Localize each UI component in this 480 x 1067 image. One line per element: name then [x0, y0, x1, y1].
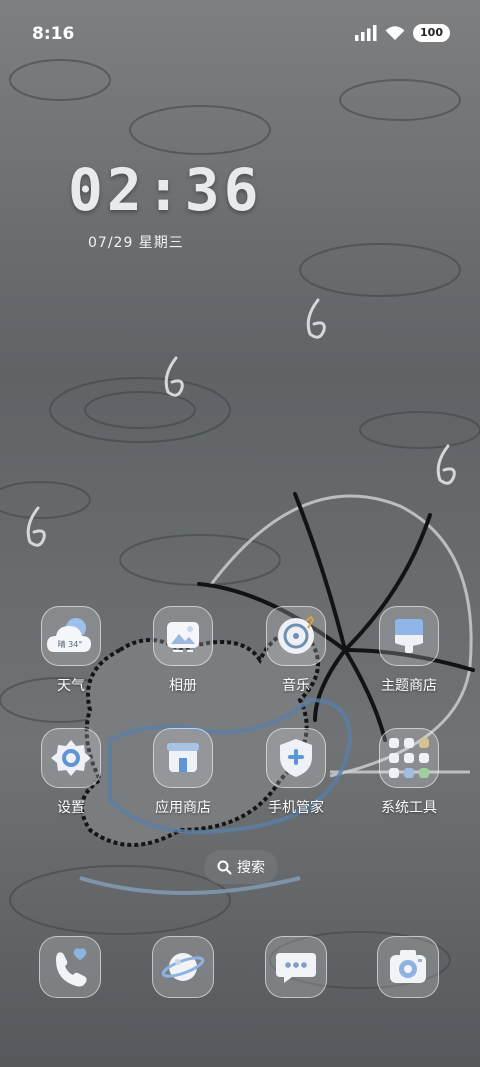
dock-messages[interactable]	[251, 936, 341, 998]
app-weather[interactable]: 晴 34° 天气	[26, 606, 116, 695]
app-settings[interactable]: 设置	[26, 728, 116, 817]
settings-icon	[41, 728, 101, 788]
browser-icon	[152, 936, 214, 998]
clock-widget-time[interactable]: 02:36	[68, 156, 263, 224]
phone-icon	[39, 936, 101, 998]
app-label: 音乐	[282, 678, 310, 694]
search-button[interactable]: 搜索	[204, 850, 278, 884]
status-time: 8:16	[32, 24, 75, 44]
app-phone-manager[interactable]: 手机管家	[251, 728, 341, 817]
status-indicators: 100	[355, 24, 450, 42]
dock-camera[interactable]	[363, 936, 453, 998]
weather-icon: 晴 34°	[41, 606, 101, 666]
battery-icon: 100	[413, 24, 450, 42]
app-store-icon	[153, 728, 213, 788]
clock-widget-date: 07/29 星期三	[88, 235, 184, 251]
app-app-store[interactable]: 应用商店	[138, 728, 228, 817]
status-bar: 8:16 100	[0, 0, 480, 64]
app-music[interactable]: 音乐	[251, 606, 341, 695]
music-icon	[266, 606, 326, 666]
dock-phone[interactable]	[25, 936, 115, 998]
app-label: 设置	[57, 800, 85, 816]
app-label: 应用商店	[155, 800, 211, 816]
app-theme-store[interactable]: 主题商店	[364, 606, 454, 695]
folder-icon	[379, 728, 439, 788]
weather-icon-text: 晴 34°	[58, 639, 83, 649]
gallery-icon	[153, 606, 213, 666]
shield-icon	[266, 728, 326, 788]
dock-browser[interactable]	[138, 936, 228, 998]
app-gallery[interactable]: 相册	[138, 606, 228, 695]
app-system-tools[interactable]: 系统工具	[364, 728, 454, 817]
app-label: 天气	[57, 678, 85, 694]
theme-store-icon	[379, 606, 439, 666]
camera-icon	[377, 936, 439, 998]
app-label: 手机管家	[268, 800, 324, 816]
search-icon	[217, 860, 232, 874]
search-label: 搜索	[237, 860, 265, 876]
app-label: 系统工具	[381, 800, 437, 816]
signal-icon	[355, 25, 377, 41]
messages-icon	[265, 936, 327, 998]
wifi-icon	[385, 26, 405, 40]
app-label: 相册	[169, 678, 197, 694]
app-label: 主题商店	[381, 678, 437, 694]
